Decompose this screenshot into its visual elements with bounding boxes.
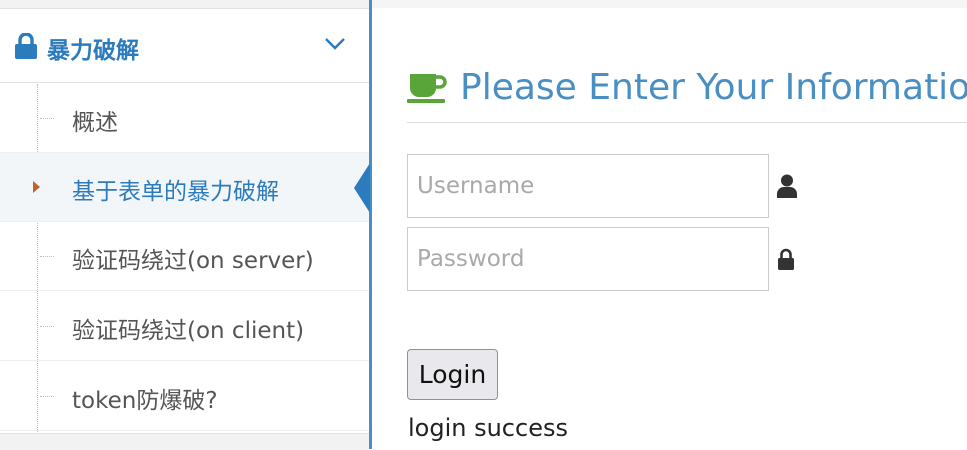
sidebar-item-token[interactable]: token防爆破? (0, 362, 369, 431)
sidebar-section-header[interactable]: 暴力破解 (0, 9, 369, 83)
sidebar-item-form-bruteforce[interactable]: 基于表单的暴力破解 (0, 153, 369, 222)
coffee-cup-icon (407, 74, 447, 103)
tree-connector (40, 326, 54, 327)
sidebar-item-label: 验证码绕过(on client) (72, 318, 305, 344)
tree-connector (40, 118, 54, 119)
login-button[interactable]: Login (407, 349, 498, 400)
lock-icon (15, 33, 37, 59)
sidebar: 暴力破解 概述 基于表单的暴力破解 验证码绕过(on server) 验证码绕过… (0, 0, 372, 450)
sidebar-top-strip (0, 0, 369, 9)
sidebar-item-overview[interactable]: 概述 (0, 84, 369, 153)
sidebar-item-captcha-server[interactable]: 验证码绕过(on server) (0, 222, 369, 291)
sidebar-bottom-strip (0, 433, 369, 450)
sidebar-item-label: 概述 (72, 110, 118, 136)
main-top-strip (372, 0, 967, 8)
page-title: Please Enter Your Information (460, 67, 967, 108)
lock-icon (778, 248, 794, 270)
tree-connector (40, 396, 54, 397)
username-input[interactable] (407, 154, 769, 218)
caret-right-icon (33, 181, 40, 193)
sidebar-item-label: token防爆破? (72, 388, 218, 414)
sidebar-section-title: 暴力破解 (47, 38, 139, 64)
chevron-down-icon[interactable] (324, 37, 346, 51)
status-message: login success (408, 414, 568, 442)
sidebar-item-label: 基于表单的暴力破解 (72, 179, 279, 205)
sidebar-item-label: 验证码绕过(on server) (72, 248, 314, 274)
password-input[interactable] (407, 227, 769, 291)
title-divider (407, 122, 967, 123)
sidebar-item-captcha-client[interactable]: 验证码绕过(on client) (0, 292, 369, 361)
active-item-pointer (354, 163, 370, 213)
tree-connector (40, 256, 54, 257)
user-icon (777, 174, 797, 198)
